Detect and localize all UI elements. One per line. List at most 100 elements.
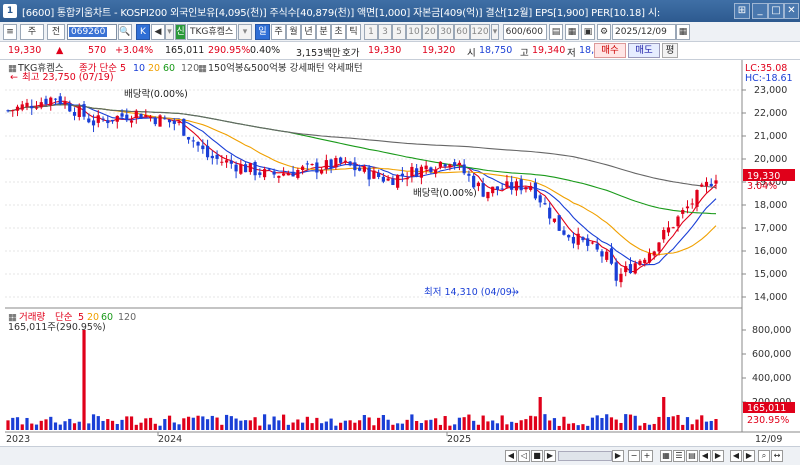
candle-body bbox=[182, 118, 186, 136]
market-select[interactable]: 주 bbox=[20, 24, 44, 40]
stock-name-field[interactable]: TKG휴켐스 bbox=[187, 24, 237, 40]
volume-bar bbox=[329, 418, 333, 430]
nav-prev-icon[interactable]: ◀ bbox=[699, 450, 711, 462]
period-year-tab[interactable]: 년 bbox=[301, 24, 316, 40]
candle-body bbox=[467, 173, 471, 176]
zoom-in-icon[interactable]: + bbox=[641, 450, 653, 462]
calendar-icon[interactable]: ▦ bbox=[676, 24, 690, 40]
pin-icon[interactable]: ⊞ bbox=[734, 3, 750, 19]
interval-dropdown-icon[interactable]: ▾ bbox=[491, 24, 499, 40]
grid-toggle-icon[interactable]: ▦ bbox=[660, 450, 672, 462]
volume-bar bbox=[524, 419, 528, 430]
scroll-track[interactable] bbox=[558, 451, 612, 461]
settings-icon[interactable]: ⚙ bbox=[597, 24, 611, 40]
sound-icon[interactable]: ◀ bbox=[151, 24, 165, 40]
volume-bar bbox=[609, 417, 614, 430]
candle-body bbox=[291, 171, 295, 177]
scroll-left-icon[interactable]: ◀ bbox=[730, 450, 742, 462]
period-day-tab[interactable]: 일 bbox=[255, 24, 270, 40]
volume-bar bbox=[115, 423, 119, 430]
period-tick-tab[interactable]: 틱 bbox=[346, 24, 361, 40]
volume-bar bbox=[576, 425, 580, 430]
candle-body bbox=[557, 215, 561, 231]
scroll-start-icon[interactable]: ◀ bbox=[505, 450, 517, 462]
volume-bar bbox=[567, 423, 571, 430]
save-icon[interactable]: ▣ bbox=[581, 24, 595, 40]
volume-bar bbox=[457, 417, 462, 430]
interval-10[interactable]: 10 bbox=[406, 24, 422, 40]
volume-bar bbox=[562, 416, 566, 430]
eval-button[interactable]: 평 bbox=[662, 43, 678, 58]
candle-body bbox=[272, 171, 276, 175]
candle-body bbox=[310, 164, 314, 166]
interval-3[interactable]: 3 bbox=[378, 24, 392, 40]
candle-body bbox=[666, 227, 671, 233]
period-minute-tab[interactable]: 분 bbox=[316, 24, 331, 40]
volume-bar bbox=[125, 416, 129, 430]
candle-body bbox=[377, 172, 381, 177]
candle-body bbox=[215, 154, 219, 159]
candle-body bbox=[134, 110, 138, 119]
interval-20[interactable]: 20 bbox=[422, 24, 438, 40]
volume-bar bbox=[267, 424, 271, 430]
volume-bar bbox=[633, 415, 637, 430]
sell-button[interactable]: 매도 bbox=[628, 43, 660, 58]
chart-type-icon[interactable]: ▤ bbox=[549, 24, 563, 40]
exchange-select[interactable]: 전 bbox=[47, 24, 65, 40]
buy-button[interactable]: 매수 bbox=[594, 43, 626, 58]
stop-icon[interactable]: ■ bbox=[531, 450, 543, 462]
period-month-tab[interactable]: 월 bbox=[286, 24, 301, 40]
interval-60[interactable]: 60 bbox=[454, 24, 470, 40]
grid-icon[interactable]: ▦ bbox=[565, 24, 579, 40]
volume-bar bbox=[58, 424, 62, 430]
volume-bar bbox=[281, 414, 286, 430]
fit-icon[interactable]: ↔ bbox=[771, 450, 783, 462]
volume-bar bbox=[144, 418, 148, 430]
interval-1[interactable]: 1 bbox=[364, 24, 378, 40]
date-input[interactable]: 2025/12/09 bbox=[612, 24, 676, 40]
volume-bar bbox=[258, 425, 262, 430]
x-label-2023: 2023 bbox=[6, 434, 30, 445]
minimize-icon[interactable]: _ bbox=[752, 3, 768, 19]
dropdown-icon[interactable]: ▾ bbox=[165, 24, 174, 40]
search-icon[interactable]: 🔍 bbox=[118, 24, 132, 40]
scroll-right-icon[interactable]: ▶ bbox=[743, 450, 755, 462]
candle-body bbox=[381, 176, 385, 182]
candle-body bbox=[685, 206, 690, 209]
period-week-tab[interactable]: 주 bbox=[271, 24, 286, 40]
zoom-out-icon[interactable]: − bbox=[628, 450, 640, 462]
volume-bar bbox=[210, 415, 214, 430]
candle-body bbox=[396, 174, 400, 188]
volume-bar bbox=[415, 420, 419, 430]
ruler-icon[interactable]: ▤ bbox=[686, 450, 698, 462]
candle-body bbox=[704, 181, 709, 187]
maximize-icon[interactable]: □ bbox=[768, 3, 784, 19]
count-field[interactable]: 600/600 bbox=[503, 24, 547, 40]
period-second-tab[interactable]: 초 bbox=[331, 24, 346, 40]
close-icon[interactable]: ✕ bbox=[784, 3, 799, 19]
volume-bar bbox=[486, 421, 490, 430]
candle-body bbox=[434, 169, 438, 174]
menu-icon[interactable]: ≡ bbox=[3, 24, 17, 40]
stock-chart[interactable]: ▦ TKG휴켐스 종가 단순 5 10 20 60 120 ▦ 150억봉&50… bbox=[0, 60, 800, 465]
k-button[interactable]: K bbox=[136, 24, 150, 40]
volume-bar bbox=[87, 423, 91, 430]
candle-body bbox=[44, 98, 48, 105]
interval-120[interactable]: 120 bbox=[470, 24, 490, 40]
candle-body bbox=[491, 186, 495, 194]
candle-body bbox=[500, 188, 504, 190]
interval-5[interactable]: 5 bbox=[392, 24, 406, 40]
nav-next-icon[interactable]: ▶ bbox=[712, 450, 724, 462]
stock-code-input[interactable]: 069260 bbox=[67, 24, 117, 40]
candle-body bbox=[533, 182, 538, 199]
scroll-next-icon[interactable]: ▶ bbox=[544, 450, 556, 462]
candle-body bbox=[519, 179, 523, 191]
interval-30[interactable]: 30 bbox=[438, 24, 454, 40]
scroll-prev-icon[interactable]: ◁ bbox=[518, 450, 530, 462]
scroll-end-icon[interactable]: ▶ bbox=[612, 450, 624, 462]
candle-body bbox=[106, 120, 110, 124]
magnify-icon[interactable]: ⌕ bbox=[758, 450, 770, 462]
list-icon[interactable]: ☰ bbox=[673, 450, 685, 462]
candle-body bbox=[419, 166, 423, 178]
sort-icon[interactable]: ▾ bbox=[238, 24, 252, 40]
